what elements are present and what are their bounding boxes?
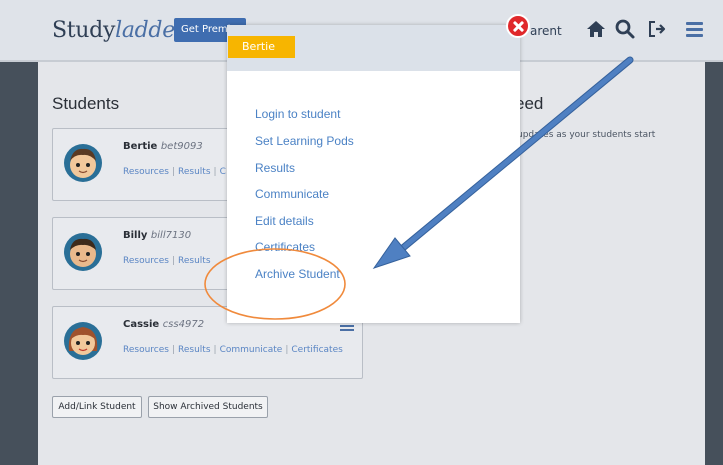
link-communicate[interactable]: C [220, 167, 226, 177]
logo-main-text: Study [52, 18, 116, 43]
close-icon[interactable] [506, 14, 530, 38]
student-name-text: Bertie [123, 141, 158, 152]
students-heading: Students [52, 94, 120, 113]
student-links: Resources | Results [123, 256, 211, 266]
link-resources[interactable]: Resources [123, 167, 169, 177]
avatar [64, 233, 102, 271]
home-icon[interactable] [585, 18, 607, 40]
student-name-tag: Bertie [228, 36, 295, 58]
search-icon[interactable] [614, 18, 636, 40]
student-code: css4972 [162, 319, 205, 330]
student-actions-modal: Bertie Login to student Set Learning Pod… [227, 25, 520, 323]
student-links: Resources | Results | Communicate | Certificat… [123, 345, 343, 355]
parent-label[interactable]: arent [530, 24, 562, 38]
student-code: bill7130 [150, 230, 192, 241]
link-results[interactable]: Results [178, 256, 211, 266]
student-name-text: Billy [123, 230, 148, 241]
link-resources[interactable]: Resources [123, 345, 169, 355]
menu-archive-student[interactable]: Archive Student [255, 267, 340, 281]
student-name: Billy bill7130 [123, 230, 191, 241]
show-archived-students-button[interactable]: Show Archived Students [148, 396, 268, 418]
link-certificates[interactable]: Certificates [291, 345, 342, 355]
student-links: Resources | Results | C [123, 167, 226, 177]
student-name: Cassie css4972 [123, 319, 204, 330]
link-resources[interactable]: Resources [123, 256, 169, 266]
menu-set-learning-pods[interactable]: Set Learning Pods [255, 134, 354, 148]
hamburger-menu-icon[interactable] [686, 22, 703, 37]
avatar [64, 144, 102, 182]
link-results[interactable]: Results [178, 345, 211, 355]
menu-edit-details[interactable]: Edit details [255, 214, 314, 228]
student-name: Bertie bet9093 [123, 141, 203, 152]
feed-description: updates as your students start [517, 130, 656, 140]
menu-login-to-student[interactable]: Login to student [255, 107, 340, 121]
logout-icon[interactable] [647, 18, 669, 40]
studyladder-logo[interactable]: Studyladder [52, 18, 185, 43]
menu-communicate[interactable]: Communicate [255, 187, 329, 201]
link-communicate[interactable]: Communicate [220, 345, 283, 355]
menu-certificates[interactable]: Certificates [255, 240, 315, 254]
student-code: bet9093 [160, 141, 203, 152]
student-name-text: Cassie [123, 319, 160, 330]
menu-results[interactable]: Results [255, 161, 295, 175]
link-results[interactable]: Results [178, 167, 211, 177]
avatar [64, 322, 102, 360]
add-link-student-button[interactable]: Add/Link Student [52, 396, 142, 418]
modal-header: Bertie [227, 25, 520, 71]
